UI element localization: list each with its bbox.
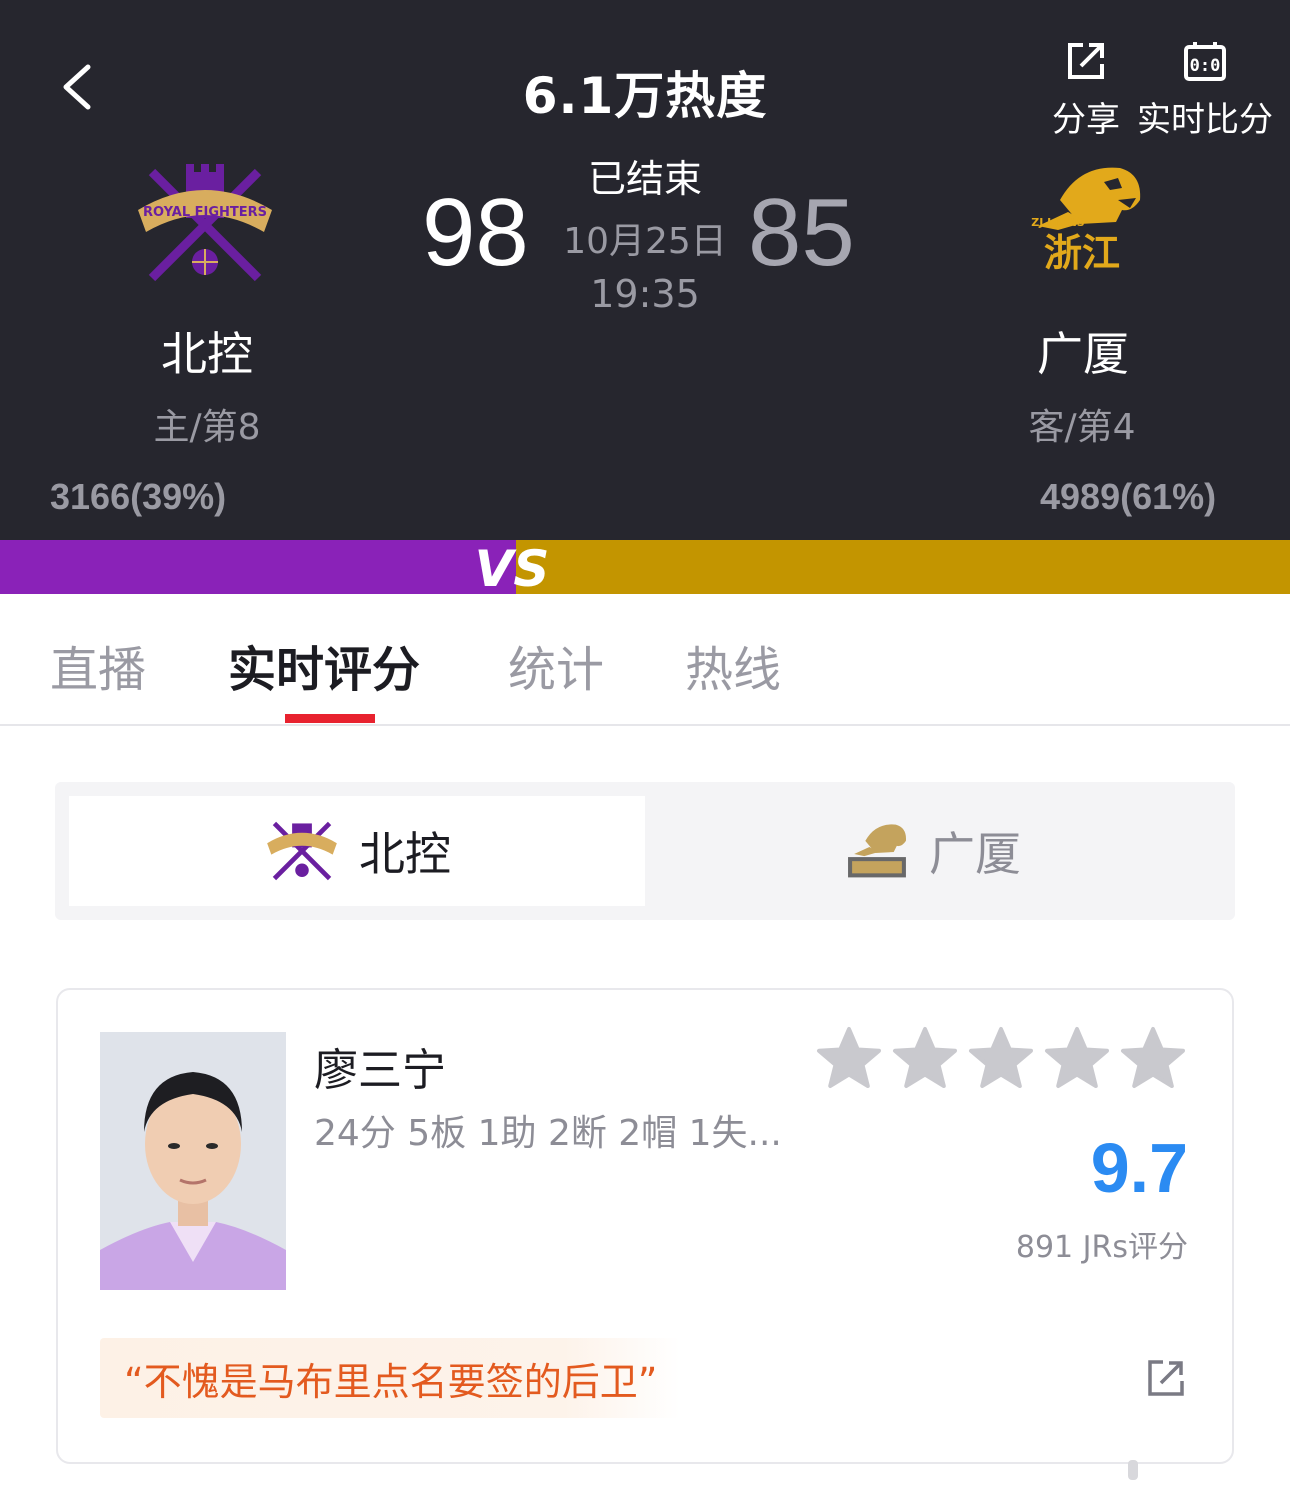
svg-text:ROYAL FIGHTERS: ROYAL FIGHTERS [143, 205, 267, 220]
open-comment-button[interactable] [1146, 1358, 1186, 1398]
vs-label: VS [475, 540, 550, 594]
player-name: 廖三宁 [314, 1045, 446, 1096]
external-link-icon [1148, 1360, 1184, 1396]
player-rating-score: 9.7 [1090, 1129, 1188, 1207]
home-support-bar [0, 540, 516, 594]
rating-count: 891 JRs评分 [1015, 1230, 1188, 1265]
home-team-rank: 主/第8 [153, 407, 261, 448]
team-switch-away[interactable]: 广厦 [645, 796, 1221, 906]
tab-live[interactable]: 直播 [50, 630, 146, 700]
away-team-small-logo [848, 824, 907, 878]
live-score-label: 实时比分 [1137, 100, 1273, 140]
svg-text:浙江: 浙江 [1044, 231, 1120, 275]
team-switch-home[interactable]: 北控 [69, 796, 645, 906]
tab-stats[interactable]: 统计 [508, 630, 604, 700]
star-icon[interactable] [1044, 1026, 1110, 1092]
away-score: 85 [748, 179, 855, 286]
scroll-indicator [1128, 1460, 1138, 1480]
star-icon[interactable] [892, 1026, 958, 1092]
away-team-rank: 客/第4 [1028, 407, 1136, 448]
tab-hotline[interactable]: 热线 [685, 630, 781, 700]
svg-text:0:0: 0:0 [1190, 56, 1221, 76]
player-stats: 24分 5板 1助 2断 2帽 1失... [314, 1113, 782, 1154]
team-switch-home-label: 北控 [359, 827, 451, 881]
home-team-small-logo [267, 821, 337, 881]
away-support-bar [516, 540, 1290, 594]
match-header: 6.1万热度 分享 0:0 实时比分 ROYAL FIGHTERS ZJ LIO… [0, 0, 1290, 540]
player-rating-card[interactable]: 廖三宁 24分 5板 1助 2断 2帽 1失... 9.7 891 JRs评分 … [56, 988, 1234, 1464]
player-photo [100, 1032, 286, 1290]
tab-bar: 直播 实时评分 统计 热线 [0, 594, 1290, 726]
active-tab-indicator [285, 714, 375, 723]
live-score-button[interactable]: 0:0 实时比分 [1130, 40, 1280, 141]
star-icon[interactable] [816, 1026, 882, 1092]
share-button[interactable]: 分享 [1046, 40, 1126, 141]
featured-comment[interactable]: “不愧是马布里点名要签的后卫” [100, 1338, 680, 1418]
match-status: 已结束 [587, 157, 702, 201]
star-icon[interactable] [1120, 1026, 1186, 1092]
away-team-name[interactable]: 广厦 [983, 318, 1183, 384]
home-team-logo[interactable]: ROYAL FIGHTERS [130, 160, 280, 290]
star-icon[interactable] [968, 1026, 1034, 1092]
share-icon [1068, 43, 1104, 79]
tab-ratings[interactable]: 实时评分 [228, 630, 420, 700]
away-team-logo[interactable]: ZJ LIONS 浙江 [1020, 160, 1150, 280]
match-time: 19:35 [590, 272, 700, 316]
content-panel: 直播 实时评分 统计 热线 北控 广厦 廖三宁 24分 5板 1助 2断 2帽 … [0, 594, 1290, 1494]
svg-text:ZJ LIONS: ZJ LIONS [1031, 216, 1085, 229]
home-team-name[interactable]: 北控 [107, 318, 307, 384]
home-score: 98 [422, 179, 529, 286]
home-vote-count: 3166(39%) [50, 476, 227, 517]
share-label: 分享 [1052, 100, 1120, 140]
star-rating[interactable] [816, 1026, 1186, 1092]
team-switch-away-label: 广厦 [929, 827, 1021, 881]
scoreboard-icon: 0:0 [1184, 42, 1226, 81]
team-switcher: 北控 广厦 [55, 782, 1235, 920]
away-vote-count: 4989(61%) [1040, 476, 1217, 517]
support-vs-bar[interactable]: VS [0, 540, 1290, 594]
match-date: 10月25日 [563, 221, 727, 262]
featured-comment-text: “不愧是马布里点名要签的后卫” [124, 1359, 658, 1404]
